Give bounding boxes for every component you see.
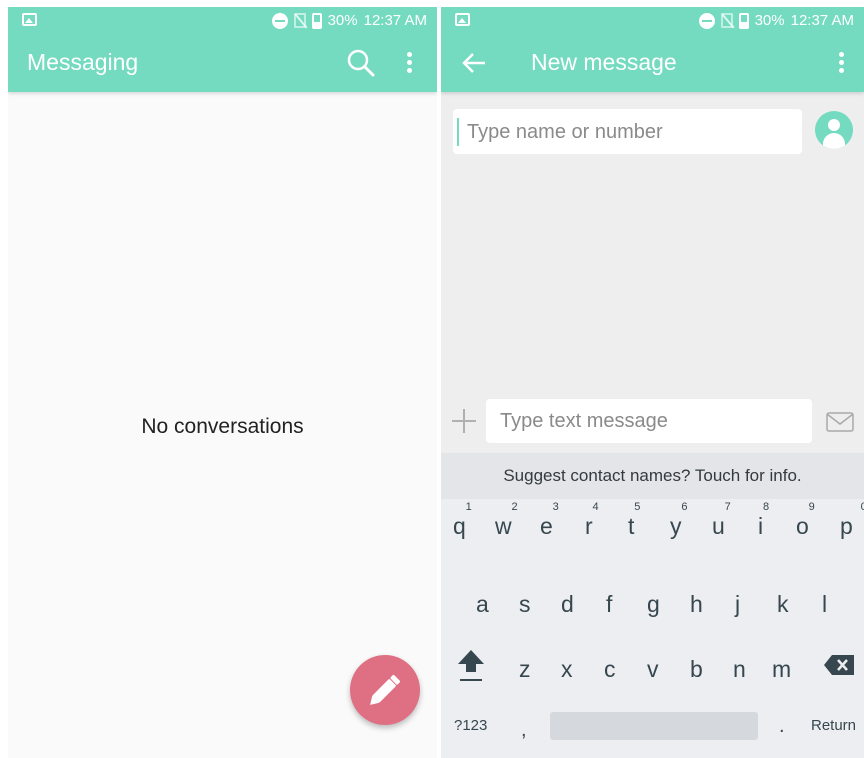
battery-percent: 30%	[327, 12, 358, 29]
key-o[interactable]: o9	[796, 501, 815, 540]
backspace-icon[interactable]	[823, 654, 855, 676]
keyboard-row-1: q1 w2 e3 r4 t5 y6 u7 i8 o9 p0	[441, 501, 864, 573]
key-y[interactable]: y6	[670, 501, 688, 540]
key-j[interactable]: j	[735, 591, 740, 618]
key-g[interactable]: g	[647, 591, 660, 618]
battery-percent: 30%	[754, 12, 785, 29]
text-cursor	[457, 118, 459, 146]
overflow-menu-icon[interactable]	[407, 52, 413, 74]
back-arrow-icon[interactable]	[461, 51, 487, 75]
recipient-placeholder: Type name or number	[467, 121, 663, 143]
symbols-key[interactable]: ?123	[454, 717, 487, 734]
key-e[interactable]: e3	[540, 501, 559, 540]
app-bar: Messaging	[8, 34, 437, 92]
key-q[interactable]: q1	[453, 501, 472, 540]
key-i[interactable]: i8	[758, 501, 769, 540]
key-b[interactable]: b	[690, 656, 703, 683]
key-f[interactable]: f	[606, 591, 612, 618]
compose-button[interactable]	[350, 655, 420, 725]
shift-icon[interactable]	[457, 648, 485, 684]
no-sim-icon	[293, 13, 306, 28]
key-s[interactable]: s	[519, 591, 531, 618]
key-l[interactable]: l	[822, 591, 827, 618]
key-u[interactable]: u7	[712, 501, 731, 540]
key-p[interactable]: p0	[840, 501, 864, 540]
app-title: Messaging	[27, 49, 139, 75]
period-key[interactable]: .	[779, 715, 785, 738]
key-m[interactable]: m	[772, 656, 791, 683]
key-r[interactable]: r4	[585, 501, 599, 540]
key-c[interactable]: c	[604, 656, 616, 683]
image-icon	[455, 13, 470, 26]
message-input[interactable]: Type text message	[486, 399, 812, 443]
clock: 12:37 AM	[363, 12, 427, 29]
app-bar: New message	[441, 34, 864, 92]
key-n[interactable]: n	[733, 656, 746, 683]
clock: 12:37 AM	[790, 12, 854, 29]
keyboard-row-3: z x c v b n m	[441, 656, 864, 716]
recipient-input[interactable]: Type name or number	[453, 109, 802, 154]
message-placeholder: Type text message	[500, 410, 668, 432]
messaging-screen: 30% 12:37 AM Messaging No conversations	[8, 7, 437, 758]
key-a[interactable]: a	[476, 591, 489, 618]
empty-state-text: No conversations	[141, 415, 304, 438]
attach-plus-icon[interactable]	[452, 409, 476, 433]
battery-icon	[738, 12, 749, 29]
contact-picker-button[interactable]	[815, 111, 853, 149]
overflow-menu-icon[interactable]	[839, 52, 845, 74]
comma-key[interactable]: ,	[521, 719, 527, 742]
status-bar: 30% 12:37 AM	[8, 7, 437, 34]
space-key[interactable]	[550, 712, 758, 740]
do-not-disturb-icon	[271, 12, 288, 29]
suggestion-bar[interactable]: Suggest contact names? Touch for info.	[441, 453, 864, 499]
key-d[interactable]: d	[561, 591, 574, 618]
compose-icon	[370, 674, 401, 705]
key-x[interactable]: x	[561, 656, 573, 683]
keyboard-row-2: a s d f g h j k l	[441, 591, 864, 651]
search-icon[interactable]	[346, 48, 376, 78]
status-bar: 30% 12:37 AM	[441, 7, 864, 34]
send-envelope-icon[interactable]	[826, 412, 854, 432]
do-not-disturb-icon	[698, 12, 715, 29]
key-t[interactable]: t5	[628, 501, 640, 540]
no-sim-icon	[720, 13, 733, 28]
key-v[interactable]: v	[647, 656, 659, 683]
new-message-screen: 30% 12:37 AM New message Type name or nu…	[441, 7, 864, 758]
battery-icon	[311, 12, 322, 29]
image-icon	[22, 13, 37, 26]
keyboard: q1 w2 e3 r4 t5 y6 u7 i8 o9 p0 a s d f g …	[441, 499, 864, 758]
app-title: New message	[531, 49, 677, 75]
key-h[interactable]: h	[690, 591, 703, 618]
return-key[interactable]: Return	[811, 717, 856, 734]
key-k[interactable]: k	[777, 591, 789, 618]
key-w[interactable]: w2	[495, 501, 518, 540]
key-z[interactable]: z	[519, 656, 531, 683]
